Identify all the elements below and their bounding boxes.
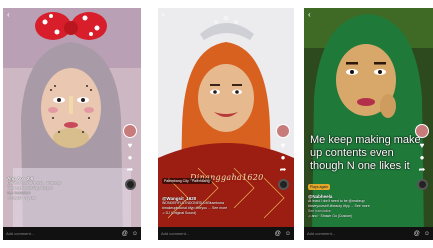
back-button[interactable]: ‹: [308, 10, 311, 19]
creator-avatar[interactable]: [123, 124, 137, 138]
action-rail: ♥ ● ➦: [122, 124, 138, 190]
heart-icon: ♥: [280, 141, 286, 150]
back-button[interactable]: ‹: [162, 10, 165, 19]
comment-button[interactable]: ●: [281, 154, 286, 162]
location-tag[interactable]: Palembang City · Palembang: [162, 178, 212, 184]
creator-avatar[interactable]: [415, 124, 429, 138]
like-button[interactable]: ♥: [128, 142, 133, 150]
heart-icon: ♥: [419, 141, 425, 150]
at-icon[interactable]: @: [275, 231, 281, 237]
video-card-3[interactable]: ‹ Me keep making make up contents even t…: [304, 8, 433, 240]
emoji-icon[interactable]: ☺: [424, 231, 430, 237]
at-icon[interactable]: @: [122, 231, 128, 237]
comment-icon: ●: [280, 153, 286, 162]
sound-disc[interactable]: [277, 179, 289, 190]
emoji-icon[interactable]: ☺: [285, 231, 291, 237]
sound-label[interactable]: ♫ and · Shawn Go (Custom): [308, 214, 411, 219]
video-card-2[interactable]: ‹ Dinanggaha1620 Palembang City · Palemb…: [158, 8, 294, 240]
sound-label[interactable]: ♫ DJ (Original Sound): [162, 211, 272, 216]
comment-input[interactable]: Add comment...: [161, 231, 271, 236]
video-card-1[interactable]: ‹ ♥ ● ➦ Ang Ao · 2-6 Lips and pout at fe…: [3, 8, 141, 240]
comment-bar: Add comment... @ ☺: [158, 227, 294, 240]
like-button[interactable]: ♥: [420, 142, 425, 150]
share-icon: ➦: [126, 165, 134, 174]
comment-button[interactable]: ●: [420, 154, 425, 162]
action-rail: ♥ ● ➦: [275, 124, 291, 190]
like-button[interactable]: ♥: [281, 142, 286, 150]
creator-avatar[interactable]: [276, 124, 290, 138]
video-frame: [3, 8, 141, 240]
sound-disc[interactable]: [124, 179, 136, 190]
comment-icon: ●: [419, 153, 425, 162]
comment-input[interactable]: Add comment...: [307, 231, 410, 236]
share-icon: ➦: [418, 165, 426, 174]
at-icon[interactable]: @: [414, 231, 420, 237]
comment-icon: ●: [127, 153, 133, 162]
sound-disc[interactable]: [416, 179, 428, 190]
sound-label[interactable]: ♫ Playlist · 9 y ras: [7, 196, 119, 201]
video-caption: Ang Ao · 2-6 Lips and pout at fe and... …: [7, 176, 119, 201]
emoji-icon[interactable]: ☺: [132, 231, 138, 237]
share-button[interactable]: ➦: [280, 166, 287, 174]
action-rail: ♥ ● ➦: [414, 124, 430, 190]
comment-bar: Add comment... @ ☺: [3, 227, 141, 240]
comment-button[interactable]: ●: [128, 154, 133, 162]
video-caption: @Nabheela At least I don't need to be @m…: [308, 194, 411, 219]
overlay-text: Me keep making make up contents even tho…: [310, 134, 421, 172]
video-caption: @Wangsit_1620 WONDERFUL INDONESIA #Bluse…: [162, 196, 272, 216]
share-button[interactable]: ➦: [419, 166, 426, 174]
share-button[interactable]: ➦: [127, 166, 134, 174]
back-button[interactable]: ‹: [7, 10, 10, 19]
comment-bar: Add comment... @ ☺: [304, 227, 433, 240]
comment-input[interactable]: Add comment...: [6, 231, 118, 236]
plays-tag[interactable]: Plays again: [308, 184, 331, 190]
share-icon: ➦: [279, 165, 287, 174]
heart-icon: ♥: [127, 141, 133, 150]
